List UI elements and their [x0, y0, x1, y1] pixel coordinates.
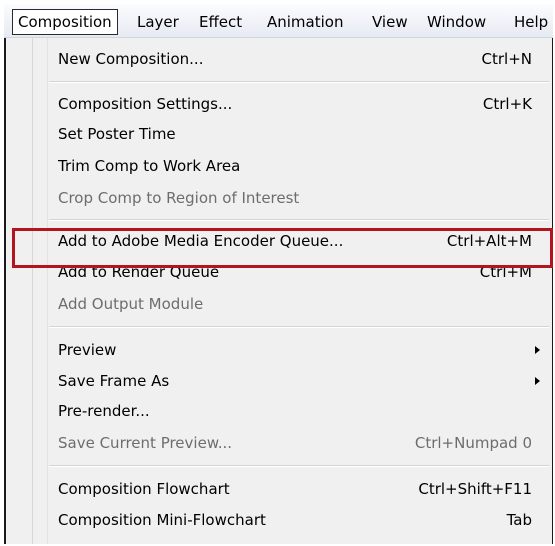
- menu-item-save-current-preview: Save Current Preview... Ctrl+Numpad 0: [40, 425, 549, 461]
- menu-item-crop-comp: Crop Comp to Region of Interest: [40, 180, 549, 216]
- menu-separator: [49, 326, 549, 328]
- menu-item-trim-comp[interactable]: Trim Comp to Work Area: [40, 148, 549, 184]
- menu-item-label: New Composition...: [58, 50, 204, 68]
- menu-item-shortcut: Ctrl+N: [481, 50, 532, 68]
- menu-item-label: Pre-render...: [58, 402, 150, 420]
- menu-separator: [49, 81, 549, 83]
- menu-view[interactable]: View: [372, 11, 408, 33]
- highlight-box: [12, 228, 553, 268]
- menu-item-label: Composition Mini-Flowchart: [58, 511, 266, 529]
- menu-item-add-output-module: Add Output Module: [40, 286, 549, 322]
- menu-item-set-poster-time[interactable]: Set Poster Time: [40, 116, 549, 152]
- menu-window[interactable]: Window: [427, 11, 486, 33]
- menu-effect[interactable]: Effect: [199, 11, 242, 33]
- menu-help[interactable]: Help: [514, 11, 548, 33]
- menu-separator: [49, 465, 549, 467]
- menu-animation[interactable]: Animation: [267, 11, 343, 33]
- menu-composition[interactable]: Composition: [12, 9, 118, 35]
- menu-layer[interactable]: Layer: [137, 11, 179, 33]
- menu-item-shortcut: Tab: [506, 511, 532, 529]
- menu-item-pre-render[interactable]: Pre-render...: [40, 393, 549, 429]
- submenu-arrow-icon: [535, 346, 540, 354]
- menu-bar: Composition Layer Effect Animation View …: [4, 4, 553, 38]
- menu-item-label: Save Current Preview...: [58, 434, 233, 452]
- submenu-arrow-icon: [535, 377, 540, 385]
- menu-separator: [49, 219, 549, 221]
- menu-item-shortcut: Ctrl+Numpad 0: [414, 434, 532, 452]
- menu-item-label: Set Poster Time: [58, 125, 176, 143]
- menu-item-label: Add Output Module: [58, 295, 204, 313]
- menu-item-label: Crop Comp to Region of Interest: [58, 189, 300, 207]
- menu-item-composition-mini-flowchart[interactable]: Composition Mini-Flowchart Tab: [40, 502, 549, 538]
- menu-item-new-composition[interactable]: New Composition... Ctrl+N: [40, 41, 549, 77]
- menu-item-label: Trim Comp to Work Area: [58, 157, 241, 175]
